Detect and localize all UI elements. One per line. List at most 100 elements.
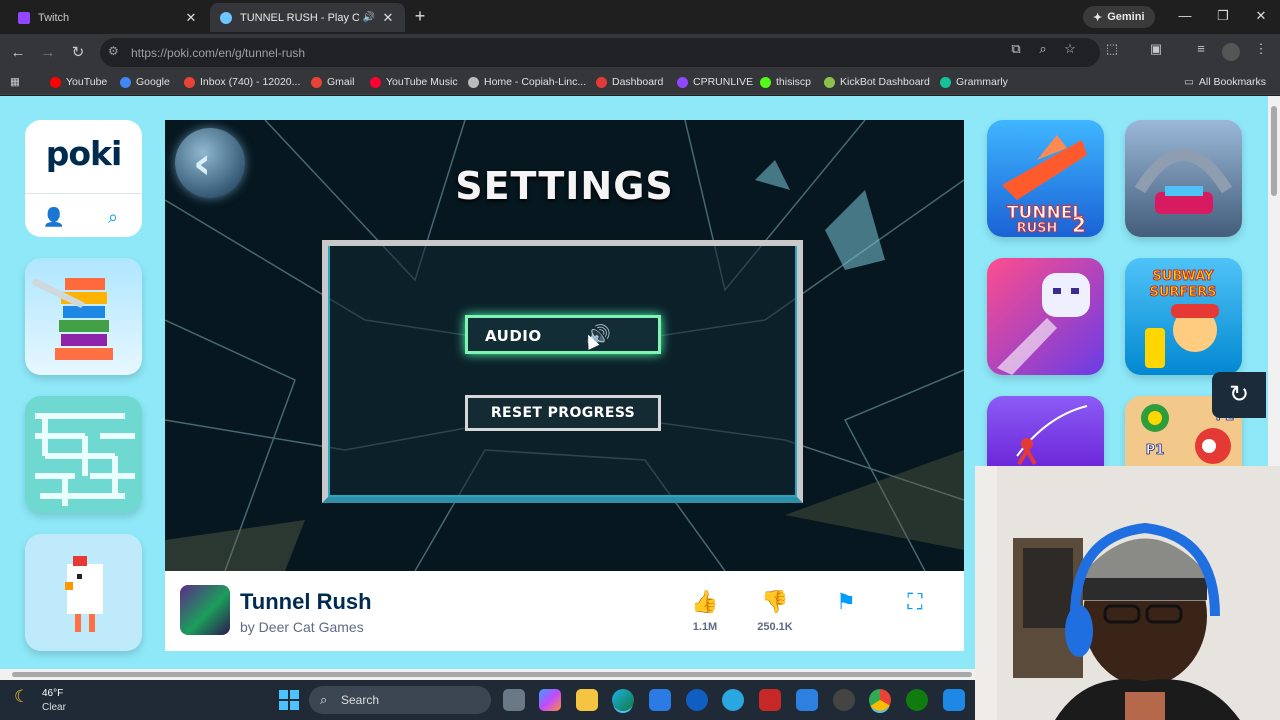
game-tile-tunnel-rush-2[interactable]: TUNNEL RUSH 2 (987, 120, 1104, 237)
twitch-icon (18, 11, 30, 24)
game-tile-subway-surfers[interactable]: SUBWAY SURFERS (1125, 258, 1242, 375)
edge-icon[interactable] (612, 689, 634, 711)
bookmark-gmail[interactable]: Gmail (311, 76, 354, 88)
report-button[interactable]: ⚑ (821, 591, 871, 613)
bookmark-dashboard[interactable]: Dashboard (596, 76, 663, 88)
minimize-button[interactable]: — (1170, 4, 1200, 28)
url-text[interactable]: https://poki.com/en/g/tunnel-rush (131, 46, 305, 60)
obs-icon[interactable] (833, 689, 855, 711)
extensions-icon[interactable]: ⬚ (1103, 41, 1121, 57)
bookmark-label: Home - Copiah-Linc... (484, 76, 587, 88)
bookmark-cprunlive[interactable]: CPRUNLIVE (677, 76, 753, 88)
close-window-button[interactable]: ✕ (1246, 4, 1276, 28)
weather-condition: Clear (42, 702, 66, 713)
bookmark-youtube-music[interactable]: YouTube Music (370, 76, 458, 88)
dashboard-icon (596, 76, 607, 88)
back-icon[interactable]: ← (6, 41, 30, 65)
bookmark-label: YouTube (66, 76, 108, 88)
gemini-button[interactable]: ✦ Gemini (1083, 6, 1155, 28)
tab-twitch[interactable]: Twitch ✕ (8, 3, 208, 32)
fullscreen-button[interactable]: ⛶ (890, 591, 940, 613)
xbox-icon[interactable] (906, 689, 928, 711)
search-icon[interactable]: ⌕ (84, 200, 142, 234)
tab-title: Twitch (38, 11, 70, 24)
bookmark-kickbot[interactable]: KickBot Dashboard (824, 76, 930, 88)
poki-logo-card: poki 👤 ⌕ (25, 120, 142, 237)
sparkle-icon: ✦ (1093, 11, 1103, 24)
close-tab-icon[interactable]: ✕ (381, 10, 395, 26)
maximize-button[interactable]: ❐ (1208, 4, 1238, 28)
game-developer[interactable]: by Deer Cat Games (240, 619, 364, 635)
bookmark-label: Grammarly (956, 76, 1008, 88)
windows-start-icon[interactable] (279, 690, 299, 710)
taskbar-search[interactable]: ⌕ Search (309, 686, 491, 714)
like-button[interactable]: 👍 1.1M (680, 591, 730, 634)
file-explorer-icon[interactable] (576, 689, 598, 711)
bookmark-label: All Bookmarks (1198, 76, 1267, 88)
poki-logo[interactable]: poki (25, 134, 142, 173)
forward-icon[interactable]: → (36, 41, 60, 65)
like-count: 1.1M (692, 621, 718, 633)
mcafee-icon[interactable] (759, 689, 781, 711)
maze-icon (35, 413, 135, 506)
all-bookmarks[interactable]: ▭ All Bookmarks (1184, 76, 1266, 88)
sidepanel-icon[interactable]: ▣ (1147, 41, 1165, 57)
site-info-icon[interactable]: ⚙ (108, 44, 119, 58)
game-tile-stickman-swing[interactable] (987, 396, 1104, 466)
store-icon[interactable] (649, 689, 671, 711)
speaker-icon[interactable]: 🔊 (363, 12, 375, 23)
reload-icon[interactable]: ↻ (66, 41, 90, 65)
install-icon[interactable]: ⧉ (1007, 41, 1025, 57)
game-canvas[interactable]: ‹ SETTINGS AUDIO 🔊 RESET PROGRESS (165, 120, 964, 571)
svg-text:RUSH: RUSH (1017, 221, 1058, 236)
search-icon: ⌕ (320, 692, 328, 707)
apps-icon[interactable]: ▦ (10, 76, 20, 88)
game-tile-crossy-chicken[interactable] (25, 534, 142, 651)
bookmark-youtube[interactable]: YouTube (50, 76, 107, 88)
reset-progress-button[interactable]: RESET PROGRESS (465, 395, 661, 431)
new-tab-button[interactable]: + (410, 6, 430, 27)
app-icon[interactable] (943, 689, 965, 711)
audio-toggle-button[interactable]: AUDIO 🔊 (465, 315, 661, 354)
game-tile-maze[interactable] (25, 396, 142, 513)
ghost-icon (997, 273, 1090, 375)
dislike-count: 250.1K (757, 621, 793, 633)
svg-text:2: 2 (1072, 213, 1086, 237)
hp-support-icon[interactable] (722, 689, 744, 711)
bookmark-copiah[interactable]: Home - Copiah-Linc... (468, 76, 586, 88)
weather-temp: 46°F (42, 688, 64, 699)
task-view-icon[interactable] (503, 689, 525, 711)
stickman-icon (1016, 405, 1088, 465)
hp-icon[interactable] (686, 689, 708, 711)
close-tab-icon[interactable]: ✕ (184, 10, 198, 26)
menu-icon[interactable]: ⋮ (1252, 41, 1270, 57)
bookmark-label: CPRUNLIVE (693, 76, 754, 88)
audio-label: AUDIO (485, 327, 542, 345)
profile-avatar[interactable] (1222, 43, 1240, 61)
zoom-icon[interactable]: ⌕ (1034, 41, 1052, 57)
tab-tunnel-rush[interactable]: TUNNEL RUSH - Play Online 🔊 ✕ (210, 3, 405, 32)
dislike-button[interactable]: 👎 250.1K (750, 591, 800, 634)
address-bar[interactable]: ⚙ https://poki.com/en/g/tunnel-rush (100, 38, 1100, 67)
media-icon[interactable]: ≡ (1192, 41, 1210, 56)
star-icon[interactable]: ☆ (1061, 41, 1079, 57)
bookmark-label: Google (136, 76, 170, 88)
bookmark-inbox[interactable]: Inbox (740) - 12020... (184, 76, 300, 88)
chrome-icon[interactable] (869, 689, 891, 711)
game-tile-ghost-dash[interactable] (987, 258, 1104, 375)
tunnel-rush-2-icon: TUNNEL RUSH 2 (1002, 135, 1087, 237)
kick-icon (760, 76, 771, 88)
bookmark-google[interactable]: Google (120, 76, 170, 88)
outlook-icon[interactable] (796, 689, 818, 711)
kickbot-icon (824, 76, 835, 88)
copilot-icon[interactable] (539, 689, 561, 711)
bookmark-thisiscp[interactable]: thisiscp (760, 76, 811, 88)
bookmark-grammarly[interactable]: Grammarly (940, 76, 1008, 88)
game-tile-car-stunt[interactable] (1125, 120, 1242, 237)
game-tile-stack-knife[interactable] (25, 258, 142, 375)
user-icon[interactable]: 👤 (25, 200, 83, 234)
refresh-game-button[interactable]: ↻ (1212, 372, 1266, 418)
search-label: Search (341, 693, 380, 707)
webcam-person-image (975, 466, 1280, 720)
bookmark-label: Gmail (327, 76, 355, 88)
